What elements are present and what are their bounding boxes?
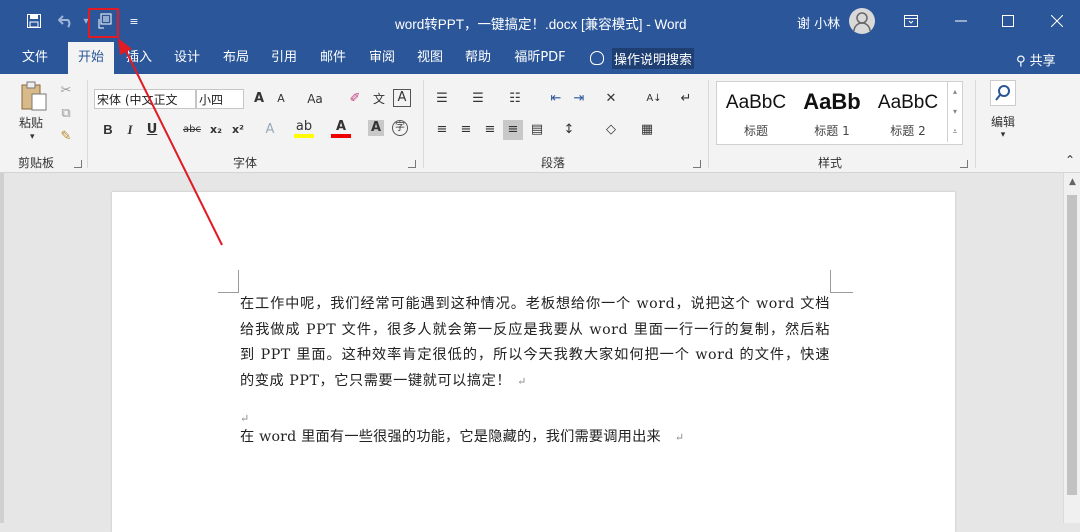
arrow-head-icon xyxy=(118,38,132,55)
annotation-arrow xyxy=(123,46,223,246)
annotation-overlay xyxy=(88,8,223,246)
highlight-box xyxy=(88,8,119,38)
